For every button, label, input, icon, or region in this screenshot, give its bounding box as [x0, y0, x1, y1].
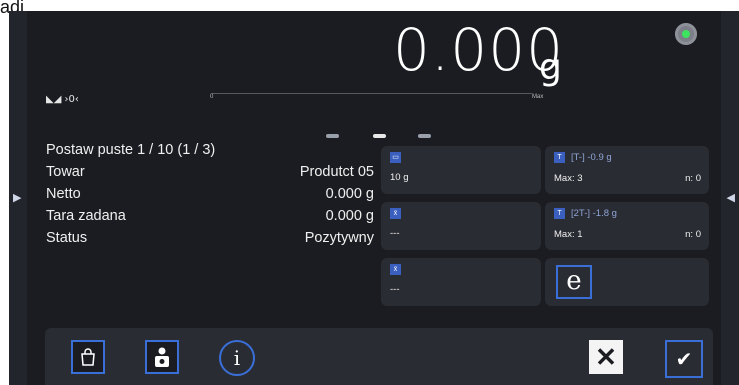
checkmark-icon: ✔	[675, 348, 693, 371]
widget-tare-2[interactable]: T [2T-] -1.8 g Max: 1 n: 0	[545, 202, 709, 250]
tile-max: Max: 1	[554, 229, 583, 240]
info-row: Netto 0.000 g	[46, 183, 374, 205]
chevron-right-icon: ▶	[13, 192, 22, 204]
tare2-icon: T	[554, 208, 565, 219]
info-row: Towar Produtct 05	[46, 161, 374, 183]
tile-value: ---	[390, 284, 400, 295]
info-panel: Postaw puste 1 / 10 (1 / 3) Towar Produt…	[46, 139, 374, 249]
info-label: Postaw puste 1 / 10 (1 / 3)	[46, 142, 216, 158]
shopping-bag-icon	[81, 348, 95, 366]
tile-count: n: 0	[685, 173, 701, 184]
widget-unit-weight[interactable]: ▭ 10 g	[381, 146, 541, 194]
shopping-bag-button[interactable]	[71, 340, 105, 374]
e-function-button[interactable]: e	[556, 265, 592, 299]
tile-title: [T-] -0.9 g	[571, 152, 612, 163]
info-icon: i	[233, 346, 241, 370]
right-panel-handle[interactable]: ◀	[721, 11, 739, 385]
info-row: Postaw puste 1 / 10 (1 / 3)	[46, 139, 374, 161]
load-range-bar	[212, 93, 532, 94]
info-row: Status Pozytywny	[46, 227, 374, 249]
tile-value: 10 g	[390, 172, 409, 183]
tile-title: [2T-] -1.8 g	[571, 208, 617, 219]
info-row: Tara zadana 0.000 g	[46, 205, 374, 227]
page-dot-3[interactable]	[418, 134, 431, 138]
widget-tare-1[interactable]: T [T-] -0.9 g Max: 3 n: 0	[545, 146, 709, 194]
xbar-icon: x̄	[390, 208, 401, 219]
range-max-label: Max	[532, 94, 544, 100]
widget-average[interactable]: x̄ ---	[381, 202, 541, 250]
cancel-button[interactable]: ✕	[589, 340, 623, 374]
info-value: Produtct 05	[299, 164, 374, 180]
info-value: 0.000 g	[325, 186, 374, 202]
page-dot-2-active[interactable]	[373, 134, 386, 138]
user-settings-icon	[155, 347, 169, 367]
tile-count: n: 0	[685, 229, 701, 240]
info-label: Tara zadana	[46, 208, 126, 224]
info-label: Status	[46, 230, 88, 246]
widget-average-min[interactable]: x̄ ---	[381, 258, 541, 306]
info-label: Towar	[46, 164, 85, 180]
status-led-icon	[675, 23, 697, 45]
page-dot-1[interactable]	[326, 134, 339, 138]
tile-value: ---	[390, 228, 400, 239]
weight-unit-icon: ▭	[390, 152, 401, 163]
info-value: 0.000 g	[325, 208, 374, 224]
left-panel-handle[interactable]: ▶	[9, 11, 27, 385]
range-min-label: 0	[210, 94, 214, 100]
info-value: Pozytywny	[304, 230, 374, 246]
tare-icon: T	[554, 152, 565, 163]
info-button[interactable]: i	[219, 340, 255, 376]
xbar-min-icon: x̄	[390, 264, 401, 275]
scale-screen: ▶ ◀ 0.000 g ◣◢ ›0‹ 0 Max Postaw puste 1 …	[9, 11, 739, 385]
user-settings-button[interactable]	[145, 340, 179, 374]
stability-zero-indicators: ◣◢ ›0‹	[46, 94, 79, 105]
tile-max: Max: 3	[554, 173, 583, 184]
confirm-button[interactable]: ✔	[665, 340, 703, 378]
chevron-left-icon: ◀	[726, 192, 735, 204]
weight-unit: g	[539, 47, 562, 88]
close-icon: ✕	[595, 341, 617, 372]
info-label: Netto	[46, 186, 81, 202]
